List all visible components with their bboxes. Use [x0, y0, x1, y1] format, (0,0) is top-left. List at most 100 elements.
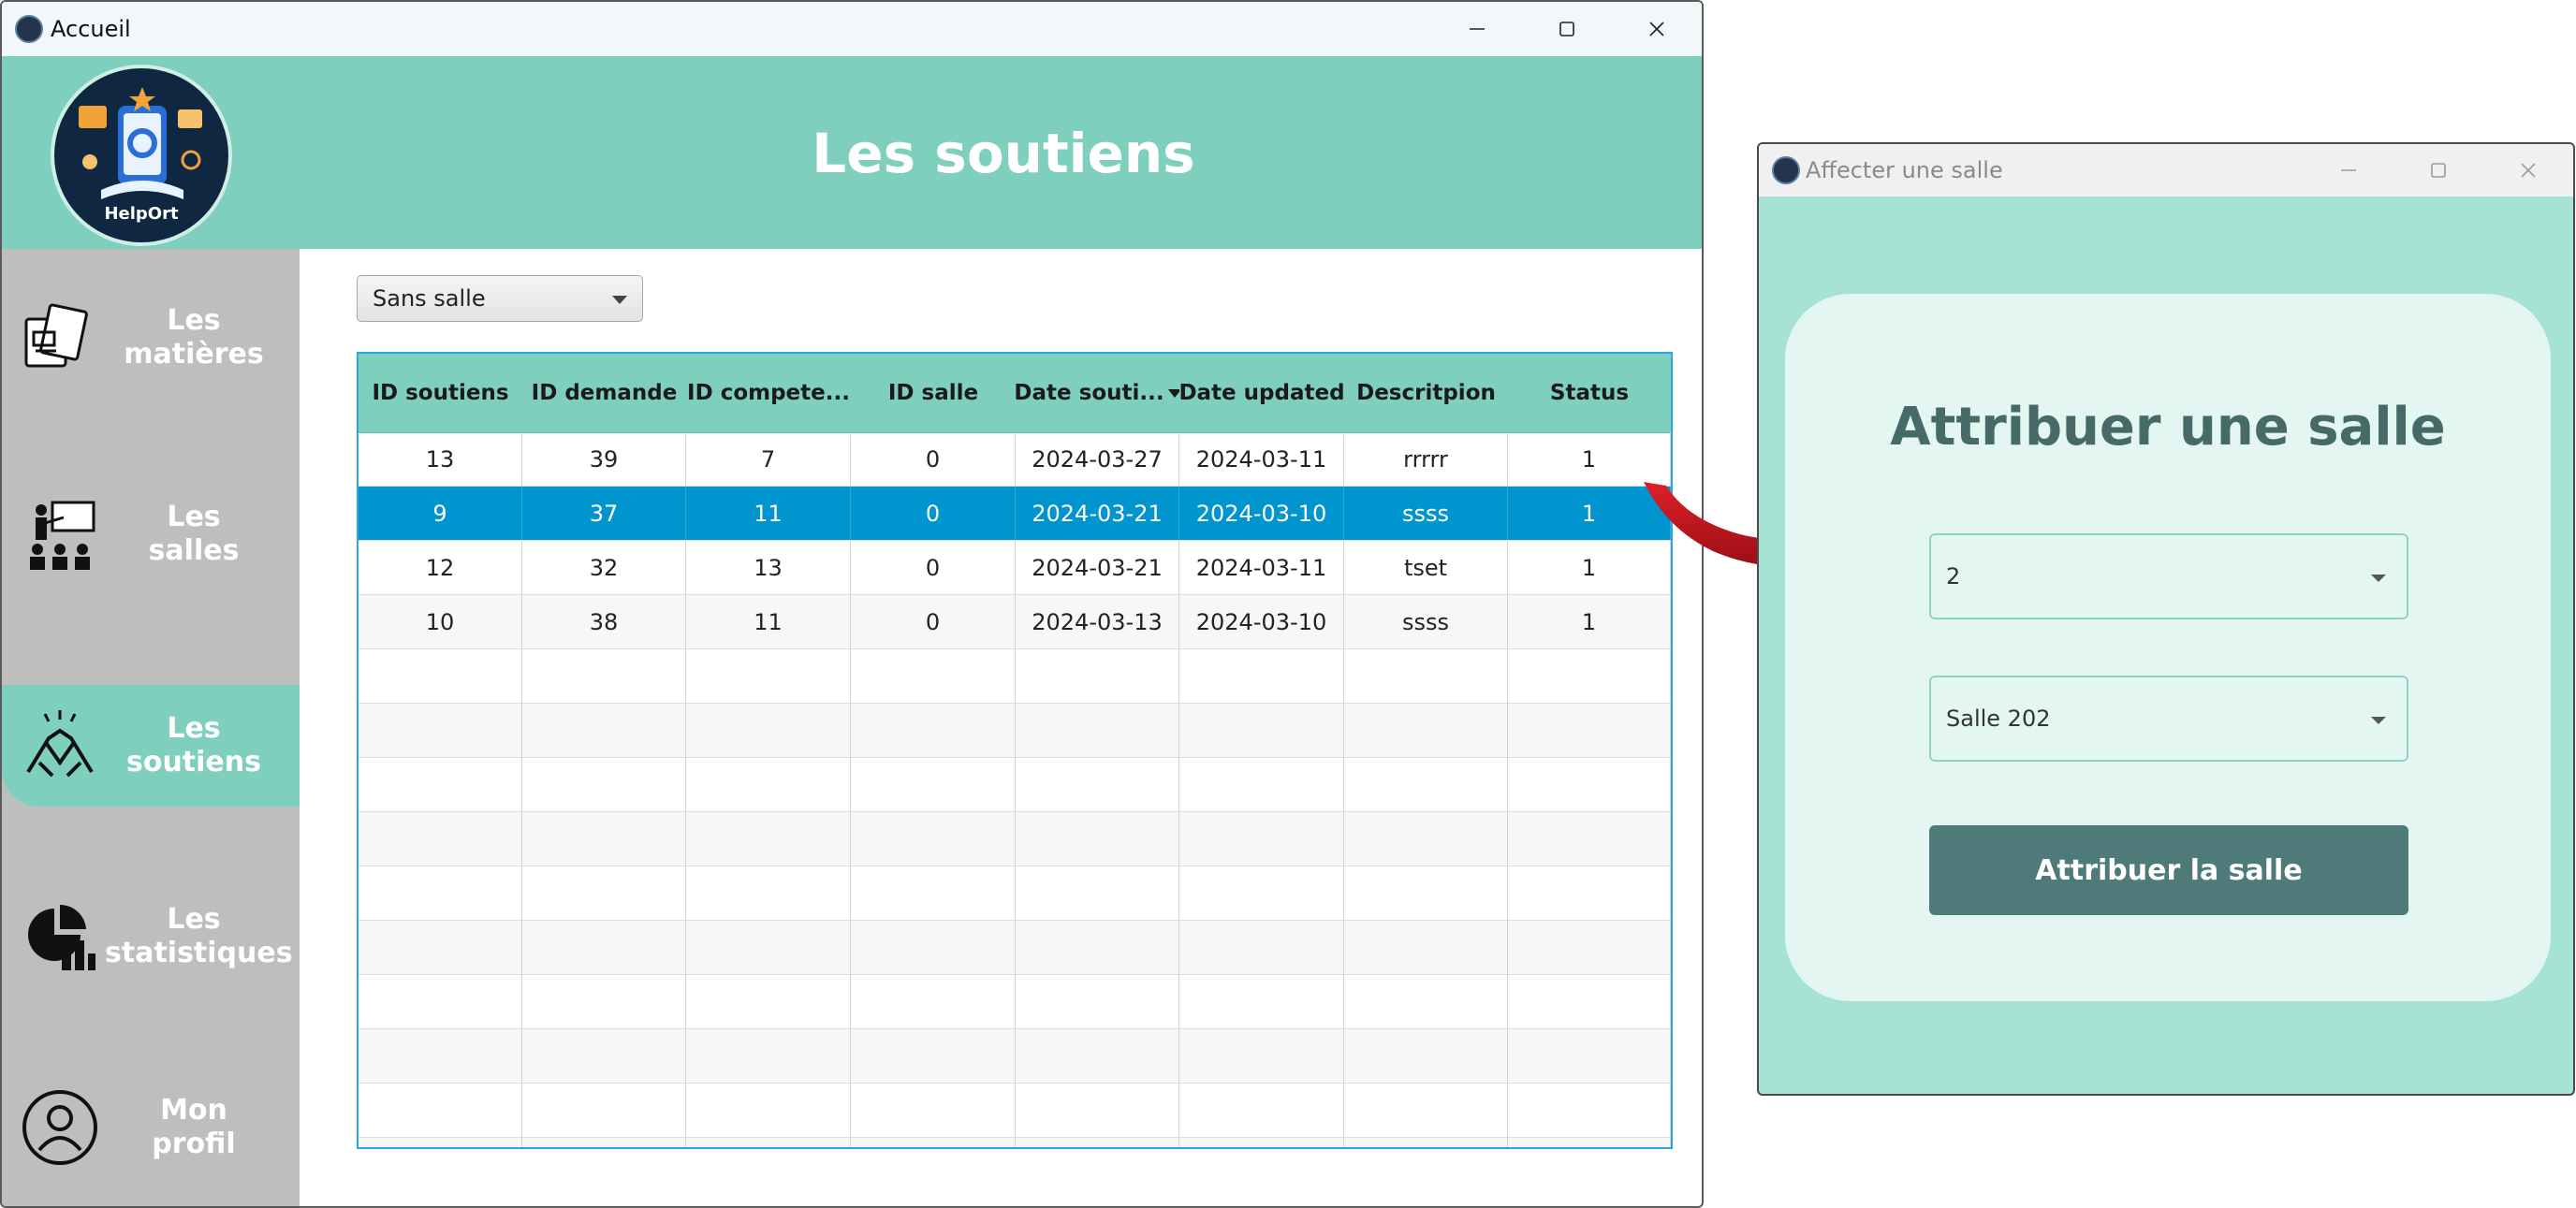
maximize-button[interactable] — [1522, 2, 1612, 56]
table-cell — [1016, 866, 1179, 920]
table-cell: 11 — [686, 595, 851, 648]
table-cell — [359, 704, 522, 757]
table-cell: 7 — [686, 432, 851, 486]
table-cell — [359, 866, 522, 920]
table-cell — [686, 975, 851, 1028]
sidebar-item-salles[interactable]: Les salles — [2, 473, 300, 595]
table-cell — [1344, 649, 1508, 703]
empty-table-row[interactable] — [359, 866, 1671, 921]
table-cell — [359, 975, 522, 1028]
table-cell — [851, 758, 1016, 811]
table-cell — [686, 649, 851, 703]
main-titlebar: Accueil — [2, 2, 1702, 56]
empty-table-row[interactable] — [359, 921, 1671, 975]
table-cell — [1344, 758, 1508, 811]
column-header[interactable]: ID demande — [522, 354, 686, 432]
table-cell — [1179, 1084, 1344, 1137]
app-icon — [15, 15, 43, 43]
table-cell — [1016, 1084, 1179, 1137]
soutien-id-select[interactable]: 2 — [1929, 533, 2408, 619]
empty-table-row[interactable] — [359, 758, 1671, 812]
table-cell — [1508, 975, 1671, 1028]
table-cell — [1016, 704, 1179, 757]
user-icon — [22, 1090, 97, 1165]
sidebar-item-matieres[interactable]: Les matières — [2, 277, 300, 399]
sidebar: Les matières Les salles Les soutiens Les… — [2, 249, 300, 1206]
table-cell — [1016, 649, 1179, 703]
dialog-heading: Attribuer une salle — [1890, 397, 2446, 458]
table-cell — [851, 812, 1016, 866]
maximize-button[interactable] — [2393, 144, 2483, 196]
column-header[interactable]: ID compete... — [686, 354, 851, 432]
table-cell: 0 — [851, 432, 1016, 486]
table-cell: 2024-03-11 — [1179, 541, 1344, 594]
table-row[interactable]: 13 39 7 0 2024-03-27 2024-03-11 rrrrr 1 — [359, 432, 1671, 487]
table-cell — [1508, 1029, 1671, 1083]
column-header[interactable]: Date updated — [1179, 354, 1344, 432]
column-header[interactable]: Descritpion — [1344, 354, 1508, 432]
close-icon — [1649, 22, 1664, 36]
table-cell — [851, 649, 1016, 703]
empty-table-row[interactable] — [359, 975, 1671, 1029]
assign-room-card: Attribuer une salle 2 Salle 202 Attribue… — [1785, 294, 2551, 1001]
table-row[interactable]: 10 38 11 0 2024-03-13 2024-03-10 ssss 1 — [359, 595, 1671, 649]
sidebar-item-statistiques[interactable]: Les statistiques — [2, 876, 300, 997]
salle-select[interactable]: Salle 202 — [1929, 676, 2408, 762]
table-cell — [1016, 1029, 1179, 1083]
table-cell: 39 — [522, 432, 686, 486]
salle-filter-select[interactable]: Sans salle — [357, 275, 643, 322]
table-cell — [359, 1029, 522, 1083]
column-header[interactable]: ID soutiens — [359, 354, 522, 432]
table-cell — [686, 921, 851, 974]
app-icon — [1772, 156, 1800, 184]
table-cell — [359, 812, 522, 866]
table-cell — [686, 812, 851, 866]
empty-table-row[interactable] — [359, 812, 1671, 866]
column-header[interactable]: Status — [1508, 354, 1671, 432]
column-header[interactable]: ID salle — [851, 354, 1016, 432]
close-icon — [2521, 163, 2536, 178]
soutiens-table: ID soutiens ID demande ID compete... ID … — [357, 352, 1673, 1149]
assign-room-button[interactable]: Attribuer la salle — [1929, 825, 2408, 915]
sidebar-item-soutiens[interactable]: Les soutiens — [2, 685, 300, 807]
table-cell — [522, 758, 686, 811]
table-cell — [1344, 812, 1508, 866]
empty-table-row[interactable] — [359, 1084, 1671, 1138]
minimize-button[interactable] — [2304, 144, 2393, 196]
table-cell: 38 — [522, 595, 686, 648]
table-cell: 2024-03-11 — [1179, 432, 1344, 486]
table-cell — [522, 704, 686, 757]
empty-table-row[interactable] — [359, 1029, 1671, 1084]
table-cell: 2024-03-10 — [1179, 595, 1344, 648]
table-cell: 2024-03-13 — [1016, 595, 1179, 648]
select-value: Salle 202 — [1946, 706, 2051, 732]
table-cell — [1179, 1138, 1344, 1147]
table-cell — [522, 812, 686, 866]
minimize-icon — [1470, 28, 1485, 30]
minimize-button[interactable] — [1432, 2, 1522, 56]
table-cell: 37 — [522, 487, 686, 540]
table-cell: ssss — [1344, 595, 1508, 648]
chevron-down-icon — [2371, 575, 2386, 582]
table-cell — [522, 975, 686, 1028]
table-cell — [522, 921, 686, 974]
empty-table-row[interactable] — [359, 1138, 1671, 1147]
table-cell — [686, 866, 851, 920]
table-cell — [1508, 649, 1671, 703]
column-header-sorted[interactable]: Date souti... — [1016, 354, 1179, 432]
empty-table-row[interactable] — [359, 704, 1671, 758]
table-cell — [1179, 704, 1344, 757]
close-button[interactable] — [2483, 144, 2573, 196]
main-window: Accueil HelpOrt Les soutiens Les matière… — [0, 0, 1704, 1208]
close-button[interactable] — [1612, 2, 1702, 56]
empty-table-row[interactable] — [359, 649, 1671, 704]
table-cell — [522, 1084, 686, 1137]
table-row[interactable]: 9 37 11 0 2024-03-21 2024-03-10 ssss 1 — [359, 487, 1671, 541]
table-row[interactable]: 12 32 13 0 2024-03-21 2024-03-11 tset 1 — [359, 541, 1671, 595]
table-cell — [359, 1138, 522, 1147]
sidebar-item-profil[interactable]: Mon profil — [2, 1067, 300, 1188]
table-cell: ssss — [1344, 487, 1508, 540]
sidebar-item-label: Les statistiques — [105, 903, 293, 969]
table-cell — [522, 1029, 686, 1083]
table-cell — [1179, 812, 1344, 866]
